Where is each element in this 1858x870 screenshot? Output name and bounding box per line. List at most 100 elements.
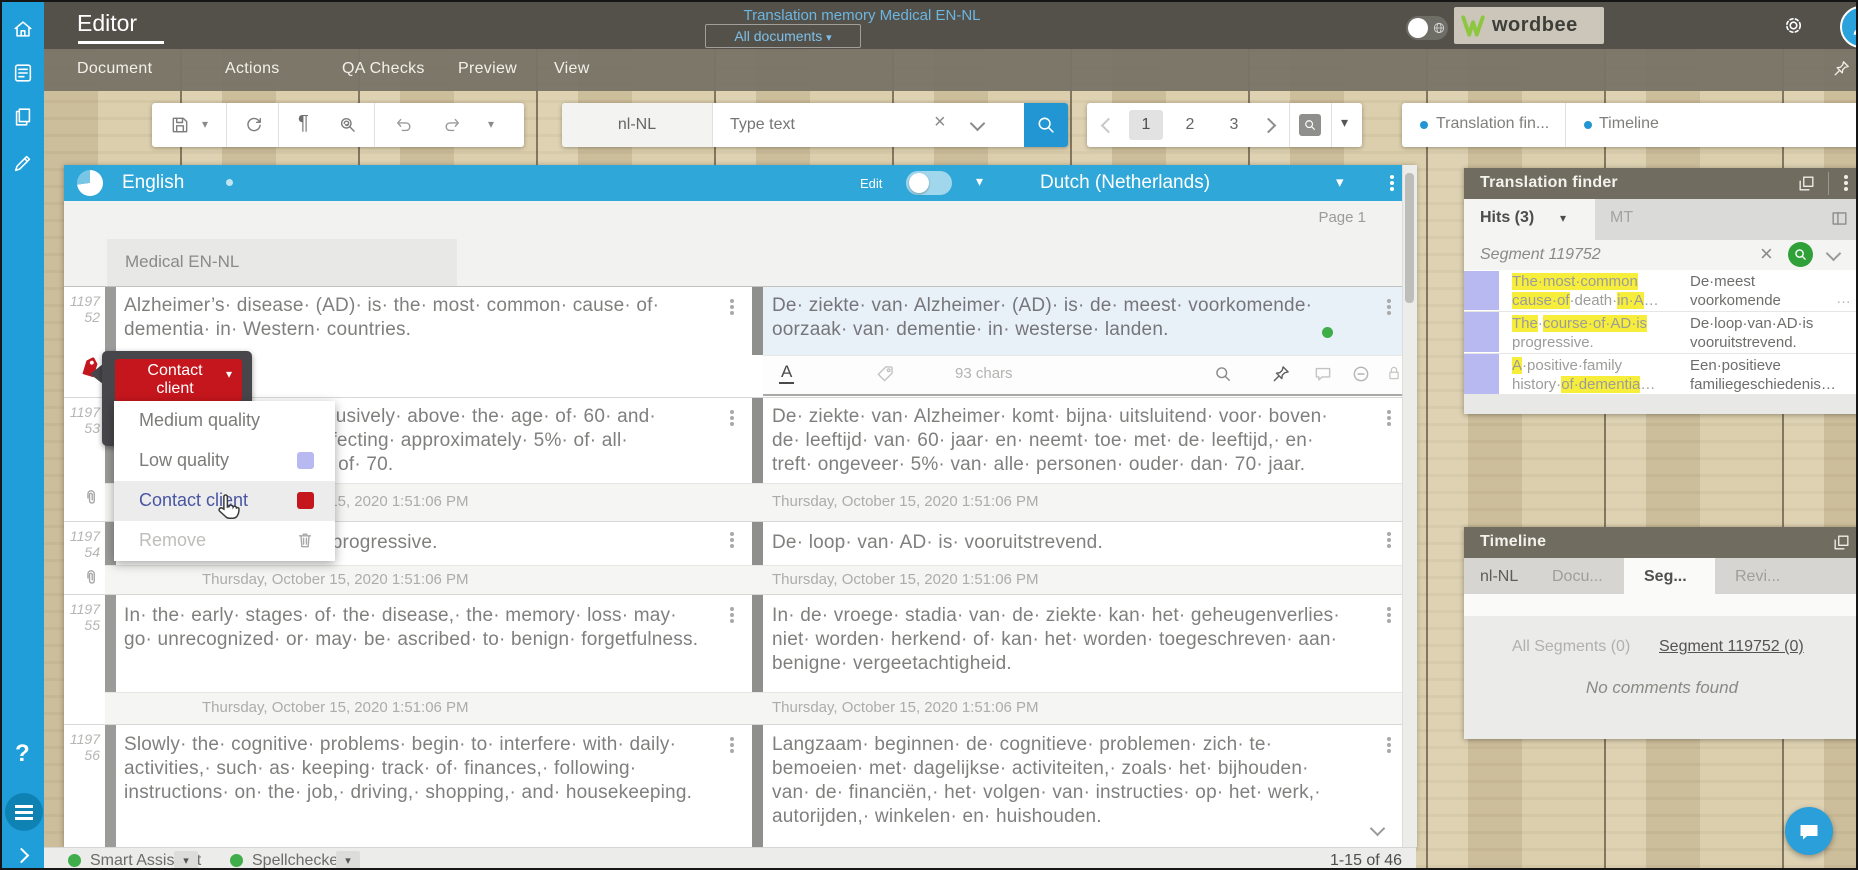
- target-text[interactable]: De· ziekte· van· Alzheimer· (AD)· is· de…: [772, 294, 1332, 342]
- save-icon[interactable]: [170, 115, 190, 135]
- source-text[interactable]: In· the· early· stages· of· the· disease…: [124, 604, 704, 652]
- search-button[interactable]: [1024, 103, 1068, 147]
- target-text[interactable]: De· ziekte· van· Alzheimer· komt· bijna·…: [772, 405, 1342, 477]
- target-kebab-icon[interactable]: [1387, 416, 1391, 420]
- target-text[interactable]: De· loop· van· AD· is· vooruitstrevend.: [772, 531, 1342, 555]
- target-text[interactable]: In· de· vroege· stadia· van· de· ziekte·…: [772, 604, 1342, 676]
- hit-more[interactable]: …: [1836, 290, 1851, 307]
- tab-timeline[interactable]: Timeline: [1565, 103, 1858, 147]
- help-icon[interactable]: [15, 740, 30, 768]
- pin-panel-icon[interactable]: [1832, 59, 1851, 78]
- scroll-more-chevron-icon[interactable]: [1370, 821, 1386, 837]
- target-kebab-icon[interactable]: [1387, 613, 1391, 617]
- expand-chevron-icon[interactable]: [1826, 246, 1842, 262]
- format-icon[interactable]: [779, 362, 794, 384]
- tab-revisions[interactable]: Revi...: [1735, 568, 1780, 586]
- target-kebab-icon[interactable]: [1387, 743, 1391, 747]
- target-text[interactable]: Langzaam· beginnen· de· cognitieve· prob…: [772, 733, 1347, 829]
- language-toggle[interactable]: [1406, 16, 1448, 40]
- menu-view[interactable]: View: [554, 60, 590, 78]
- undo-caret-icon[interactable]: [488, 117, 494, 131]
- popout-icon[interactable]: [1832, 533, 1851, 552]
- search-language-dropdown[interactable]: nl-NL: [562, 103, 712, 147]
- concordance-search-icon[interactable]: [1213, 364, 1233, 384]
- menu-actions[interactable]: Actions: [225, 60, 280, 78]
- source-text[interactable]: Slowly· the· cognitive· problems· begin·…: [124, 733, 704, 805]
- tag-icon[interactable]: [875, 364, 895, 384]
- tab-mt[interactable]: MT: [1610, 209, 1633, 227]
- collapse-arrow-icon[interactable]: [14, 848, 30, 864]
- popout-icon[interactable]: [1797, 174, 1816, 193]
- pin-icon[interactable]: [1271, 364, 1291, 384]
- menu-document[interactable]: Document: [77, 60, 152, 78]
- edit-toggle[interactable]: [906, 171, 952, 195]
- target-options-caret-icon[interactable]: [1336, 173, 1344, 191]
- target-kebab-icon[interactable]: [1387, 305, 1391, 309]
- edit-caret-icon[interactable]: [976, 173, 983, 190]
- menu-item-medium-quality[interactable]: Medium quality: [114, 401, 335, 441]
- exclude-icon[interactable]: [1351, 364, 1371, 384]
- source-kebab-icon[interactable]: [730, 613, 734, 617]
- pilcrow-icon[interactable]: [298, 112, 309, 135]
- target-cell-selected[interactable]: De· ziekte· van· Alzheimer· (AD)· is· de…: [752, 287, 1402, 355]
- source-kebab-icon[interactable]: [730, 538, 734, 542]
- menu-preview[interactable]: Preview: [458, 60, 517, 78]
- segments-list-icon[interactable]: [12, 62, 34, 84]
- tab-translation-finder[interactable]: Translation fin...: [1402, 103, 1565, 147]
- burger-menu-button[interactable]: [5, 793, 43, 831]
- segment-link[interactable]: Segment 119752 (0): [1659, 638, 1804, 656]
- spellchecker-dropdown[interactable]: [336, 851, 360, 869]
- goto-segment-icon[interactable]: [1299, 114, 1321, 136]
- document-scope-dropdown[interactable]: All documents: [705, 24, 861, 48]
- tab-nl-nl[interactable]: nl-NL: [1480, 568, 1518, 586]
- menu-item-low-quality[interactable]: Low quality: [114, 441, 335, 481]
- search-refresh-icon[interactable]: [338, 115, 358, 135]
- gear-icon[interactable]: [1782, 14, 1805, 37]
- search-options-chevron-icon[interactable]: [970, 116, 986, 132]
- hit-row[interactable]: A·positive·familyhistory·of·dementia… Ee…: [1464, 354, 1858, 394]
- smart-assistant-dropdown[interactable]: [174, 851, 198, 869]
- quality-status-button[interactable]: Contact client: [115, 359, 242, 401]
- clear-search-icon[interactable]: [934, 111, 946, 134]
- clear-icon[interactable]: [1760, 241, 1773, 267]
- prev-page-icon[interactable]: [1101, 118, 1117, 134]
- refresh-icon[interactable]: [244, 115, 264, 135]
- menu-item-remove[interactable]: Remove: [114, 521, 335, 561]
- source-kebab-icon[interactable]: [730, 305, 734, 309]
- all-segments-link[interactable]: All Segments (0): [1512, 638, 1630, 656]
- edit-pencil-icon[interactable]: [12, 152, 34, 174]
- save-caret-icon[interactable]: [202, 117, 208, 131]
- tab-document[interactable]: Docu...: [1552, 568, 1603, 586]
- source-kebab-icon[interactable]: [730, 416, 734, 420]
- page-button-1[interactable]: 1: [1129, 110, 1163, 140]
- menu-qa-checks[interactable]: QA Checks: [342, 60, 425, 78]
- layout-icon[interactable]: [1830, 209, 1849, 228]
- lock-icon[interactable]: [1385, 364, 1403, 382]
- attachment-clip-icon[interactable]: [82, 488, 101, 507]
- scrollbar-thumb[interactable]: [1405, 173, 1414, 303]
- finder-search-button[interactable]: [1788, 242, 1813, 267]
- page-button-2[interactable]: 2: [1173, 110, 1207, 140]
- documents-icon[interactable]: [12, 106, 34, 128]
- vertical-scrollbar[interactable]: [1402, 165, 1417, 847]
- header-kebab-icon[interactable]: [1390, 181, 1394, 185]
- hit-row[interactable]: The·most·commoncause·of·death·in·A… De·m…: [1464, 270, 1858, 312]
- finder-kebab-icon[interactable]: [1844, 181, 1848, 185]
- source-kebab-icon[interactable]: [730, 743, 734, 747]
- attachment-clip-icon[interactable]: [82, 568, 101, 587]
- document-tab[interactable]: Medical EN-NL: [107, 239, 457, 286]
- undo-icon[interactable]: [394, 115, 414, 135]
- hit-row[interactable]: The·course·of·AD·isprogressive. De·loop·…: [1464, 312, 1858, 354]
- source-text[interactable]: Alzheimer’s· disease· (AD)· is· the· mos…: [124, 294, 704, 342]
- home-icon[interactable]: [12, 18, 34, 40]
- search-input[interactable]: [728, 110, 922, 140]
- comment-icon[interactable]: [1313, 364, 1333, 384]
- pagination-caret-icon[interactable]: [1341, 114, 1348, 131]
- redo-icon[interactable]: [442, 115, 462, 135]
- next-page-icon[interactable]: [1261, 118, 1277, 134]
- avatar[interactable]: [1840, 6, 1858, 48]
- target-kebab-icon[interactable]: [1387, 538, 1391, 542]
- tab-hits[interactable]: Hits (3): [1464, 199, 1595, 240]
- page-button-3[interactable]: 3: [1217, 110, 1251, 140]
- support-chat-button[interactable]: [1785, 807, 1833, 855]
